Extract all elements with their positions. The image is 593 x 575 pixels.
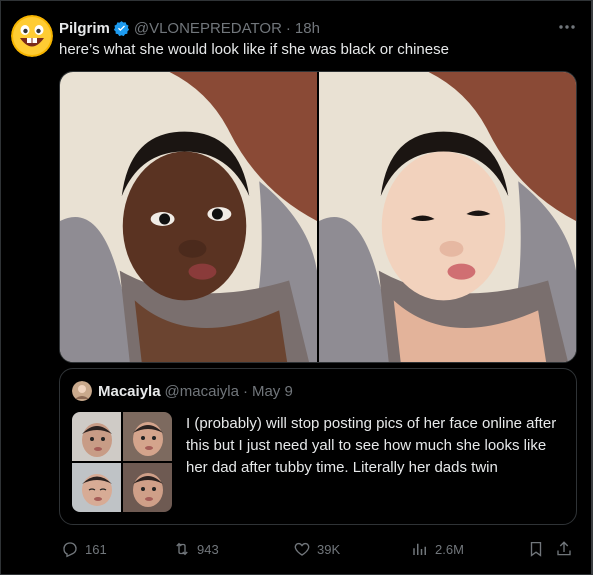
author-handle[interactable]: @VLONEPREDATOR <box>134 20 282 37</box>
baby-photo-left[interactable] <box>60 72 317 362</box>
quote-photo-3[interactable] <box>72 463 121 512</box>
quote-separator-dot: · <box>242 382 248 400</box>
views-icon <box>413 543 426 555</box>
quote-author-avatar[interactable] <box>72 381 92 401</box>
tweet-text: here’s what she would look like if she w… <box>59 41 449 58</box>
repost-icon <box>176 542 188 556</box>
like-button[interactable]: 39K <box>293 538 340 560</box>
more-icon[interactable] <box>557 17 577 37</box>
like-icon <box>294 542 310 556</box>
quote-photo-1[interactable] <box>72 412 121 461</box>
quote-text: I (probably) will stop posting pics of h… <box>186 415 557 476</box>
like-count: 39K <box>317 541 341 557</box>
tweet-time[interactable]: 18h <box>295 20 320 37</box>
tweet[interactable]: Pilgrim @VLONEPREDATOR · 18h here’s what… <box>0 0 593 575</box>
quote-author-name[interactable]: Macaiyla <box>98 383 161 400</box>
quote-photo-2[interactable] <box>123 412 172 461</box>
quoted-tweet[interactable]: Macaiyla @macaiyla · May 9 I (probably) … <box>59 368 577 525</box>
reply-button[interactable]: 161 <box>61 538 107 560</box>
repost-count: 943 <box>197 541 219 557</box>
separator-dot: · <box>285 19 291 37</box>
quote-photo-4[interactable] <box>123 463 172 512</box>
share-icon <box>557 541 571 556</box>
quote-header: Macaiyla @macaiyla · May 9 <box>72 381 293 401</box>
bookmark-button[interactable] <box>527 538 551 560</box>
repost-button[interactable]: 943 <box>173 538 219 560</box>
baby-photo-right[interactable] <box>319 72 576 362</box>
bookmark-icon <box>530 541 542 557</box>
views-count: 2.6M <box>435 541 464 557</box>
tweet-actions: 161 943 39K 2.6M <box>59 538 581 560</box>
quote-date[interactable]: May 9 <box>252 383 293 400</box>
author-avatar[interactable] <box>11 15 53 57</box>
tweet-media[interactable] <box>59 71 577 363</box>
share-button[interactable] <box>555 538 579 560</box>
author-name[interactable]: Pilgrim <box>59 20 110 37</box>
views-button[interactable]: 2.6M <box>411 538 464 560</box>
quote-media-grid[interactable] <box>72 412 172 512</box>
verified-badge-icon <box>113 20 130 37</box>
quote-author-handle[interactable]: @macaiyla <box>165 383 239 400</box>
reply-count: 161 <box>85 541 107 557</box>
tweet-header: Pilgrim @VLONEPREDATOR · 18h <box>59 18 579 38</box>
reply-icon <box>63 542 77 558</box>
